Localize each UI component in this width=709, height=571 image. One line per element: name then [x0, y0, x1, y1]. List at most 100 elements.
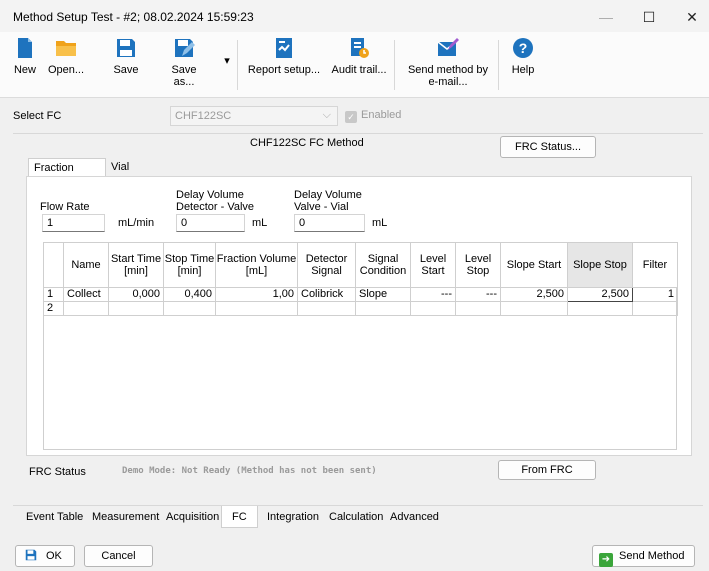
send-method-button[interactable]: ➜ Send Method [592, 545, 695, 567]
table-cell-detector-signal[interactable] [297, 301, 356, 316]
ok-button[interactable]: OK [15, 545, 75, 567]
table-cell-filter[interactable] [632, 301, 678, 316]
fraction-table: Name Start Time [min] Stop Time [min] Fr… [43, 242, 678, 316]
table-row[interactable]: 2 [43, 301, 678, 316]
header-start-time[interactable]: Start Time [min] [108, 242, 164, 288]
toolbar: New Open... Save Save as... ▾ Report set… [0, 32, 709, 98]
table-cell-level-start[interactable]: --- [410, 287, 456, 302]
save-as-label: Save as... [171, 64, 197, 88]
tab-acquisition[interactable]: Acquisition [163, 509, 222, 527]
table-cell-slope-stop[interactable] [567, 301, 633, 316]
frc-status-message: Demo Mode: Not Ready (Method has not bee… [122, 466, 377, 476]
save-as-button[interactable]: Save as... [160, 36, 208, 94]
maximize-button[interactable]: ☐ [629, 6, 669, 28]
minimize-button[interactable]: — [586, 6, 626, 28]
save-button[interactable]: Save [106, 36, 146, 94]
frc-status-button[interactable]: FRC Status... [500, 136, 596, 158]
delay-detector-valve-input[interactable]: 0 [176, 214, 245, 232]
table-cell-stop-time[interactable] [163, 301, 216, 316]
checkbox-check-icon: ✓ [345, 111, 357, 123]
save-label: Save [113, 64, 139, 76]
header-level-start[interactable]: Level Start [410, 242, 456, 288]
help-button[interactable]: ? Help [506, 36, 540, 94]
header-level-stop[interactable]: Level Stop [455, 242, 501, 288]
header-signal-condition[interactable]: Signal Condition [355, 242, 411, 288]
table-cell-signal-condition[interactable]: Slope [355, 287, 411, 302]
tab-measurement[interactable]: Measurement [89, 509, 162, 527]
toolbar-separator [394, 40, 395, 90]
open-label: Open... [47, 64, 85, 76]
fc-select-value: CHF122SC [175, 110, 232, 122]
delay-dv-label-2: Detector - Valve [176, 201, 255, 213]
enabled-label: Enabled [361, 109, 402, 121]
header-slope-start[interactable]: Slope Start [500, 242, 568, 288]
table-cell-slope-start[interactable] [500, 301, 568, 316]
fc-select-dropdown[interactable]: CHF122SC ⌵ [170, 106, 338, 126]
table-cell-slope-stop[interactable]: 2,500 [567, 287, 633, 302]
table-cell-start-time[interactable] [108, 301, 164, 316]
tab-advanced[interactable]: Advanced [387, 509, 442, 527]
send-arrow-icon: ➜ [599, 553, 613, 567]
header-slope-stop[interactable]: Slope Stop [567, 242, 633, 288]
tab-calculation[interactable]: Calculation [326, 509, 386, 527]
table-cell-stop-time[interactable]: 0,400 [163, 287, 216, 302]
tab-vial-numbers[interactable]: Vial Numbers [106, 158, 176, 191]
send-method-label-2: e-mail... [428, 76, 468, 88]
svg-text:?: ? [519, 40, 528, 56]
table-cell-level-stop[interactable]: --- [455, 287, 501, 302]
table-cell-start-time[interactable]: 0,000 [108, 287, 164, 302]
folder-open-icon [56, 41, 76, 56]
table-cell-name[interactable] [63, 301, 109, 316]
new-document-icon [18, 38, 32, 58]
report-setup-label: Report setup... [247, 64, 321, 76]
delay-vv-label-1: Delay Volume [294, 189, 362, 201]
close-button[interactable]: ✕ [672, 6, 709, 28]
new-button[interactable]: New [8, 36, 42, 94]
tab-fc[interactable]: FC [221, 506, 258, 528]
toolbar-separator [237, 40, 238, 90]
header-filter[interactable]: Filter [632, 242, 678, 288]
delay-vv-unit: mL [372, 217, 388, 229]
header-detector-signal[interactable]: Detector Signal [297, 242, 356, 288]
table-cell-fraction-volume[interactable]: 1,00 [215, 287, 298, 302]
flow-rate-unit: mL/min [118, 217, 155, 229]
table-cell-slope-start[interactable]: 2,500 [500, 287, 568, 302]
header-stop-time[interactable]: Stop Time [min] [163, 242, 216, 288]
table-cell-level-stop[interactable] [455, 301, 501, 316]
table-cell-name[interactable]: Collect [63, 287, 109, 302]
tab-fraction-table[interactable]: Fraction Table [28, 158, 106, 192]
send-method-email-button[interactable]: Send method by e-mail... [402, 36, 494, 94]
open-button[interactable]: Open... [46, 36, 86, 94]
save-disk-icon [117, 39, 135, 57]
toolbar-separator [498, 40, 499, 90]
header-fraction-volume[interactable]: Fraction Volume [mL] [215, 242, 298, 288]
table-header-row: Name Start Time [min] Stop Time [min] Fr… [43, 242, 678, 288]
tab-integration[interactable]: Integration [264, 509, 322, 527]
enabled-checkbox[interactable]: ✓ Enabled [345, 109, 401, 123]
delay-dv-label-1: Delay Volume [176, 189, 244, 201]
audit-trail-button[interactable]: Audit trail... [328, 36, 390, 94]
tab-event-table[interactable]: Event Table [23, 509, 86, 527]
cancel-button[interactable]: Cancel [84, 545, 153, 567]
table-cell-level-start[interactable] [410, 301, 456, 316]
report-setup-button[interactable]: Report setup... [244, 36, 324, 94]
ok-label: OK [46, 550, 62, 562]
table-cell-detector-signal[interactable]: Colibrick [297, 287, 356, 302]
save-as-dropdown-arrow[interactable]: ▾ [222, 54, 232, 67]
header-row-index[interactable] [43, 242, 64, 288]
table-row[interactable]: 1 Collect 0,000 0,400 1,00 Colibrick Slo… [43, 287, 678, 302]
table-cell-signal-condition[interactable] [355, 301, 411, 316]
report-setup-icon [276, 38, 292, 58]
dialog-footer: OK Cancel ➜ Send Method [0, 535, 709, 571]
delay-valve-vial-input[interactable]: 0 [294, 214, 365, 232]
table-cell-filter[interactable]: 1 [632, 287, 678, 302]
delay-dv-unit: mL [252, 217, 268, 229]
header-name[interactable]: Name [63, 242, 109, 288]
flow-rate-input[interactable]: 1 [42, 214, 105, 232]
row-index-cell: 2 [43, 301, 64, 316]
title-bar: Method Setup Test - #2; 08.02.2024 15:59… [0, 0, 709, 32]
select-fc-label: Select FC [13, 110, 62, 122]
audit-trail-icon [351, 38, 369, 58]
from-frc-button[interactable]: From FRC [498, 460, 596, 480]
table-cell-fraction-volume[interactable] [215, 301, 298, 316]
